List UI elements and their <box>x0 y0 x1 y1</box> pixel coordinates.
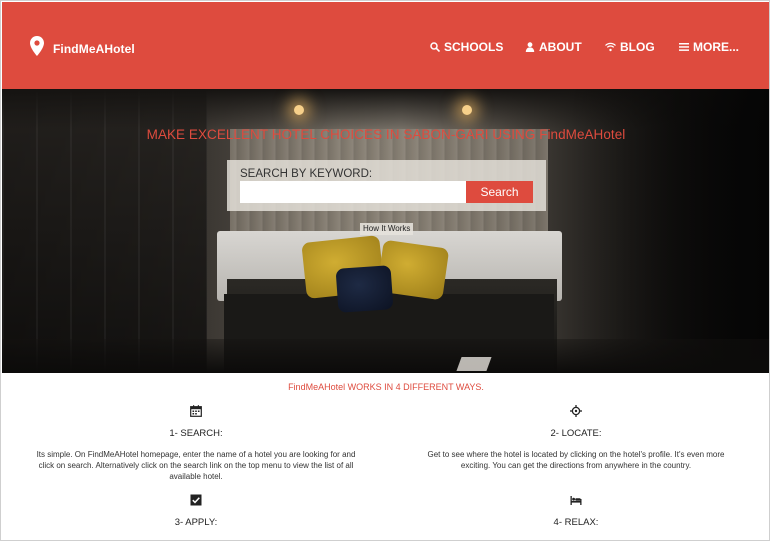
brand-name: FindMeAHotel <box>53 42 135 56</box>
bed-icon <box>570 493 582 505</box>
hero-image-floor <box>2 339 769 373</box>
nav-item-about[interactable]: ABOUT <box>524 40 582 54</box>
top-navbar: FindMeAHotel SCHOOLS ABOUT BLOG MORE... <box>2 2 769 89</box>
search-icon <box>429 42 440 53</box>
list-icon <box>678 42 689 53</box>
hero-banner: MAKE EXCELLENT HOTEL CHOICES IN SABON-GA… <box>2 89 769 373</box>
calendar-icon <box>190 404 202 417</box>
nav-item-schools[interactable]: SCHOOLS <box>429 40 503 54</box>
person-icon <box>524 42 535 53</box>
way-title: 4- RELAX: <box>553 517 599 528</box>
way-title: 2- LOCATE: <box>550 428 602 439</box>
checkbox-icon <box>190 493 202 506</box>
brand-link[interactable]: FindMeAHotel <box>30 35 135 56</box>
nav-label-more: MORE... <box>693 40 740 54</box>
way-description: Its simple. On FindMeAHotel homepage, en… <box>36 450 356 481</box>
way-title: 1- SEARCH: <box>169 428 223 439</box>
way-search: 1- SEARCH: Its simple. On FindMeAHotel h… <box>36 404 356 482</box>
nav-label-schools: SCHOOLS <box>444 40 504 54</box>
way-relax: 4- RELAX: <box>416 493 736 538</box>
browser-viewport: FindMeAHotel SCHOOLS ABOUT BLOG MORE... … <box>0 0 770 541</box>
search-panel: SEARCH BY KEYWORD: Search <box>227 160 546 211</box>
ways-section-title: FindMeAHotel WORKS IN 4 DIFFERENT WAYS. <box>288 382 484 392</box>
hero-image-lamp <box>462 105 472 115</box>
how-it-works-button[interactable]: How It Works <box>360 223 414 235</box>
hero-image-pillow <box>335 265 394 313</box>
nav-item-blog[interactable]: BLOG <box>605 40 655 54</box>
nav-label-blog: BLOG <box>620 40 655 54</box>
way-description: Get to see where the hotel is located by… <box>427 450 725 470</box>
wifi-icon <box>605 42 616 53</box>
way-locate: 2- LOCATE: Get to see where the hotel is… <box>416 404 736 471</box>
nav-item-more[interactable]: MORE... <box>678 40 739 54</box>
hero-image-paper <box>456 357 492 371</box>
search-label: SEARCH BY KEYWORD: <box>240 168 373 180</box>
map-pin-icon <box>30 35 44 56</box>
search-input[interactable] <box>240 181 466 203</box>
way-title: 3- APPLY: <box>174 517 218 528</box>
search-button[interactable]: Search <box>466 181 533 203</box>
hero-image-lamp <box>294 105 304 115</box>
way-apply: 3- APPLY: <box>36 493 356 538</box>
hero-title: MAKE EXCELLENT HOTEL CHOICES IN SABON-GA… <box>146 127 626 142</box>
nav-label-about: ABOUT <box>539 40 582 54</box>
crosshair-icon <box>570 404 582 417</box>
